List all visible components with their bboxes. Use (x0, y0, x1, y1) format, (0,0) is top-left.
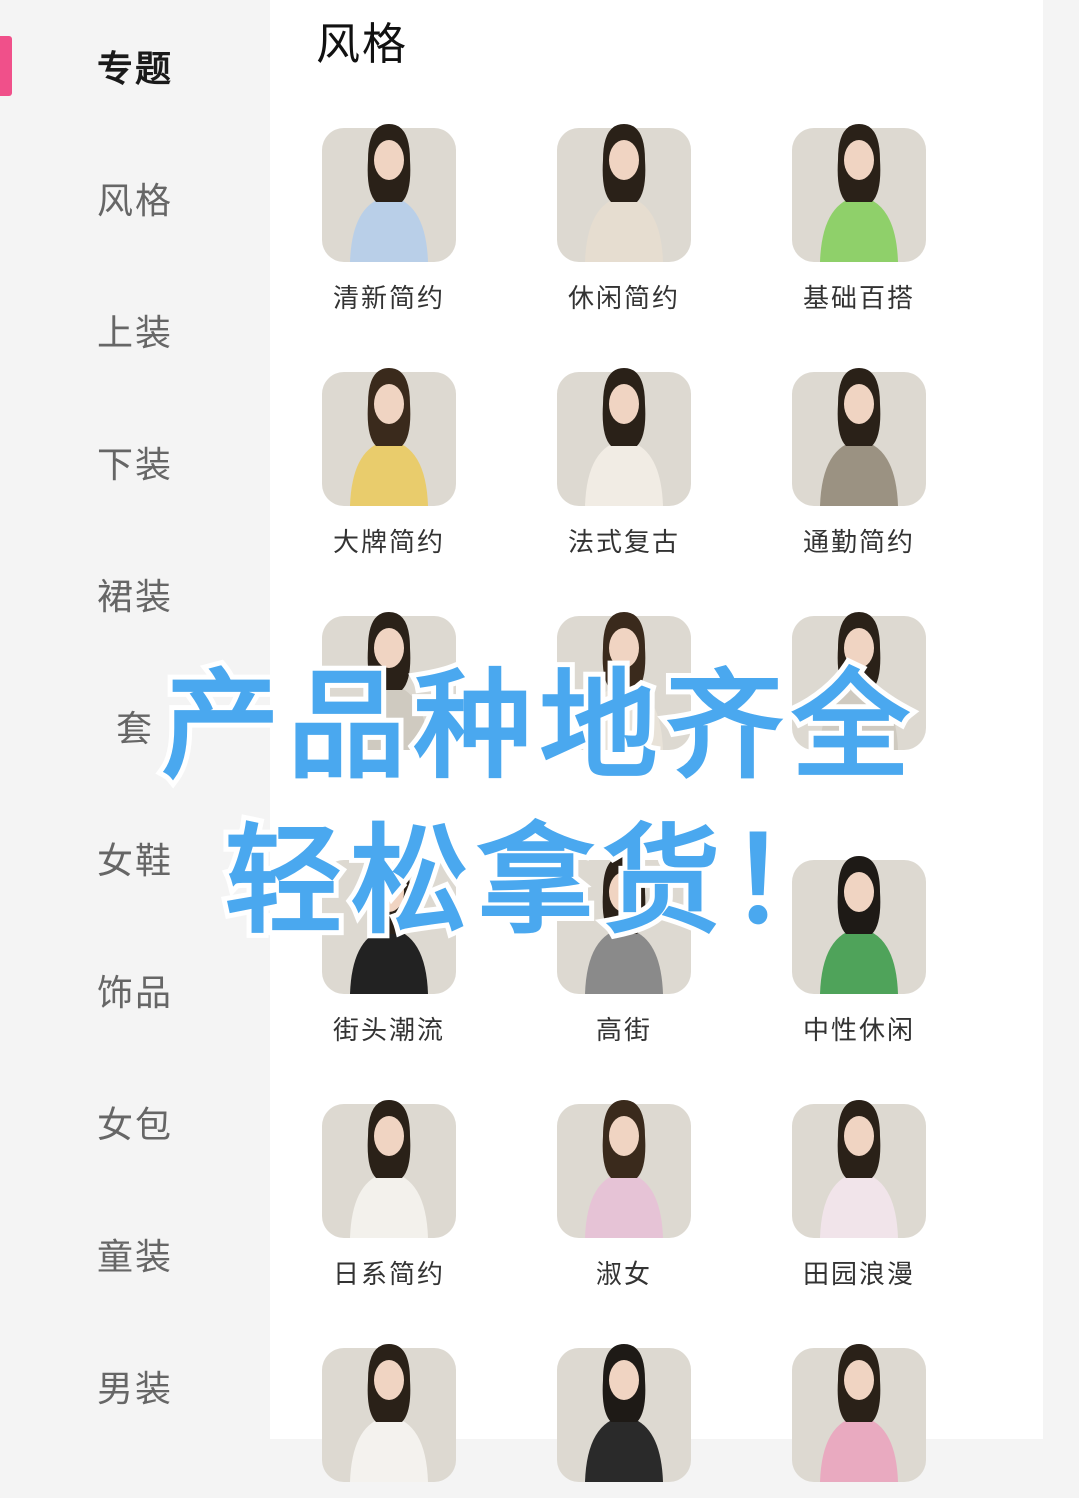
style-thumbnail (792, 124, 926, 262)
style-cell[interactable] (524, 1344, 724, 1498)
style-cell[interactable]: 基础百搭 (759, 124, 959, 315)
style-label: 高街 (595, 1016, 652, 1046)
sidebar-item-5[interactable]: 套 (0, 686, 270, 766)
style-cell[interactable] (289, 1344, 489, 1498)
style-thumbnail (557, 612, 691, 750)
style-thumbnail (322, 612, 456, 750)
style-cell[interactable]: 高街 (524, 856, 724, 1047)
style-thumbnail (322, 856, 456, 994)
style-cell[interactable]: 田园浪漫 (759, 1100, 959, 1291)
style-label: 田园浪漫 (802, 1260, 915, 1290)
style-label: 大牌简约 (332, 528, 445, 558)
style-thumbnail (322, 1100, 456, 1238)
style-cell[interactable]: 日系简约 (289, 1100, 489, 1291)
style-label: 日系简约 (332, 1260, 445, 1290)
sidebar-item-9[interactable]: 童装 (0, 1214, 270, 1294)
style-thumbnail (322, 1344, 456, 1482)
sidebar-item-4[interactable]: 裙装 (0, 554, 270, 634)
sidebar-item-7[interactable]: 饰品 (0, 950, 270, 1030)
style-thumbnail (792, 612, 926, 750)
style-thumbnail (557, 368, 691, 506)
style-label: 淑女 (595, 1260, 652, 1290)
style-thumbnail (557, 124, 691, 262)
style-label: 街头潮流 (332, 1016, 445, 1046)
style-cell[interactable]: 休闲简约 (524, 124, 724, 315)
sidebar-item-2[interactable]: 上装 (0, 290, 270, 370)
sidebar-item-8[interactable]: 女包 (0, 1082, 270, 1162)
style-cell[interactable]: 通勤简约 (759, 368, 959, 559)
style-thumbnail (792, 368, 926, 506)
style-label: 通勤简约 (802, 528, 915, 558)
style-thumbnail (792, 1344, 926, 1482)
sidebar-item-6[interactable]: 女鞋 (0, 818, 270, 898)
style-cell[interactable]: 中性休闲 (759, 856, 959, 1047)
style-cell[interactable]: 淑女 (524, 1100, 724, 1291)
style-thumbnail (557, 1100, 691, 1238)
style-cell[interactable] (524, 612, 724, 766)
category-sidebar: 专题风格上装下装裙装套女鞋饰品女包童装男装 (0, 0, 270, 1439)
sidebar-item-0[interactable]: 专题 (0, 26, 270, 106)
style-thumbnail (557, 856, 691, 994)
style-label: 清新简约 (332, 284, 445, 314)
right-edge (1043, 0, 1079, 1439)
style-cell[interactable]: 大牌简约 (289, 368, 489, 559)
style-cell[interactable] (759, 1344, 959, 1498)
style-cell[interactable]: 清新简约 (289, 124, 489, 315)
sidebar-item-3[interactable]: 下装 (0, 422, 270, 502)
style-label: 中性休闲 (802, 1016, 915, 1046)
style-thumbnail (322, 124, 456, 262)
style-label: 休闲简约 (567, 284, 680, 314)
sidebar-item-10[interactable]: 男装 (0, 1346, 270, 1426)
style-label: 基础百搭 (802, 284, 915, 314)
sidebar-item-1[interactable]: 风格 (0, 158, 270, 238)
style-cell[interactable]: 法式复古 (524, 368, 724, 559)
style-thumbnail (322, 368, 456, 506)
style-thumbnail (792, 856, 926, 994)
style-cell[interactable] (759, 612, 959, 766)
style-thumbnail (557, 1344, 691, 1482)
section-title: 风格 (316, 19, 408, 70)
style-cell[interactable]: 街头潮流 (289, 856, 489, 1047)
content-panel: 风格 清新简约 休闲简约 基础百搭大牌简约 法式复古 通勤简约街头潮流 高街 中性休闲日系简… (270, 0, 1043, 1482)
style-label: 法式复古 (567, 528, 680, 558)
style-cell[interactable] (289, 612, 489, 766)
style-thumbnail (792, 1100, 926, 1238)
